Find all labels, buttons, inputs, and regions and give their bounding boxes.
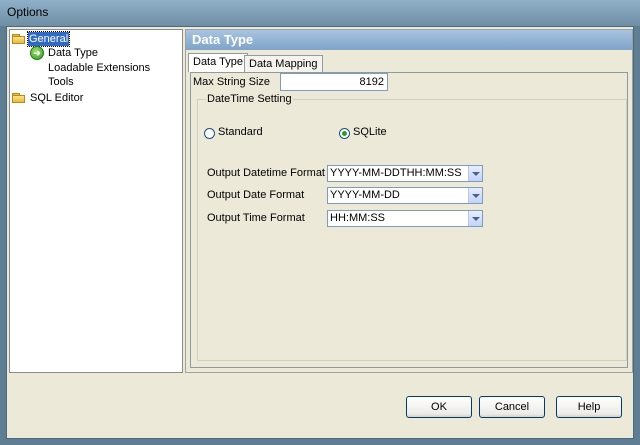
tab-data-type[interactable]: Data Type	[188, 53, 248, 72]
chevron-down-icon[interactable]	[468, 188, 482, 203]
help-button[interactable]: Help	[556, 396, 622, 418]
ok-button[interactable]: OK	[406, 396, 472, 418]
date-format-select[interactable]: YYYY-MM-DD	[327, 187, 483, 204]
format-label: Output Datetime Format	[207, 167, 325, 179]
tree-item-label: Loadable Extensions	[48, 62, 151, 74]
select-value: YYYY-MM-DD	[330, 189, 400, 201]
panel-title: Data Type	[186, 30, 632, 50]
select-value: HH:MM:SS	[330, 212, 385, 224]
tree-item-label: Data Type	[48, 47, 98, 59]
group-title: DateTime Setting	[206, 93, 293, 105]
chevron-down-icon[interactable]	[468, 211, 482, 226]
chevron-down-icon[interactable]	[468, 166, 482, 181]
radio-label: Standard	[218, 126, 263, 138]
select-value: YYYY-MM-DDTHH:MM:SS	[330, 167, 462, 179]
settings-panel: Data Type Data Type Data Mapping Max Str…	[185, 29, 633, 373]
folder-icon	[12, 33, 26, 44]
tree-item-label: SQL Editor	[30, 92, 84, 104]
datetime-format-select[interactable]: YYYY-MM-DDTHH:MM:SS	[327, 165, 483, 182]
title-bar[interactable]: Options	[0, 0, 640, 26]
time-format-select[interactable]: HH:MM:SS	[327, 210, 483, 227]
folder-icon	[12, 92, 26, 103]
cancel-button[interactable]: Cancel	[479, 396, 545, 418]
options-tree[interactable]: General ➜ Data Type Loadable Extensions …	[9, 29, 183, 373]
tree-item-tools[interactable]: Tools	[48, 75, 74, 89]
tree-item-loadable-extensions[interactable]: Loadable Extensions	[48, 61, 150, 75]
max-string-size-label: Max String Size	[193, 76, 271, 88]
tab-content: Max String Size 8192 DateTime Setting St…	[190, 72, 628, 368]
radio-label: SQLite	[353, 126, 387, 138]
format-label: Output Time Format	[207, 212, 305, 224]
tab-label: Data Mapping	[249, 58, 318, 70]
datetime-setting-group: DateTime Setting Standard SQLite Output …	[197, 93, 627, 361]
format-label: Output Date Format	[207, 189, 305, 201]
tab-data-mapping[interactable]: Data Mapping	[244, 55, 323, 72]
window-title: Options	[7, 5, 49, 19]
tab-label: Data Type	[193, 56, 243, 68]
radio-button[interactable]	[339, 128, 350, 139]
arrow-right-icon: ➜	[30, 46, 44, 60]
tree-item-label: General	[26, 31, 71, 47]
max-string-size-input[interactable]: 8192	[280, 73, 388, 91]
radio-button[interactable]	[204, 128, 215, 139]
tree-item-label: Tools	[48, 76, 74, 88]
options-dialog: Options General ➜ Data Type Loadable Ext…	[0, 0, 640, 445]
dialog-client-area: General ➜ Data Type Loadable Extensions …	[6, 26, 634, 439]
